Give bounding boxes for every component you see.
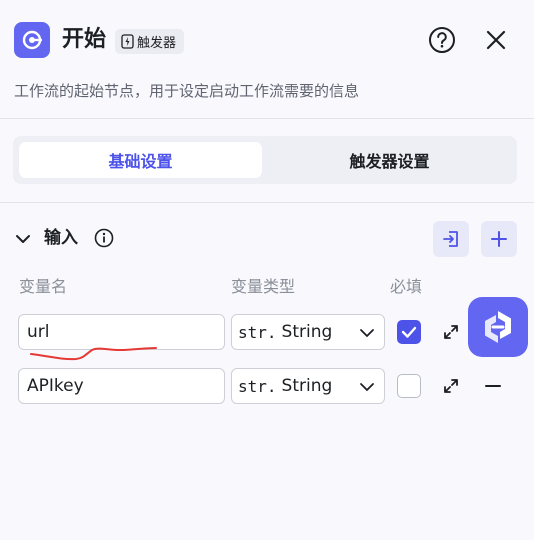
remove-variable-button[interactable] [484, 376, 502, 396]
variable-name-value: url [27, 322, 50, 342]
collapse-toggle[interactable] [14, 230, 32, 248]
annotation-underline [30, 347, 157, 361]
type-prefix: str. [238, 376, 277, 396]
variable-name-value: APIkey [27, 376, 84, 396]
required-checkbox[interactable] [397, 374, 421, 398]
plus-icon [491, 231, 507, 247]
node-description: 工作流的起始节点，用于设定启动工作流需要的信息 [14, 82, 360, 100]
tab-basic-settings[interactable]: 基础设置 [19, 142, 262, 178]
add-variable-button[interactable] [481, 221, 517, 257]
divider [0, 118, 534, 119]
expand-icon [444, 379, 458, 393]
brand-logo-icon [485, 311, 511, 343]
required-checkbox[interactable] [397, 320, 421, 344]
trigger-icon [121, 34, 134, 49]
type-prefix: str. [238, 322, 277, 342]
chevron-down-icon [360, 329, 374, 337]
trigger-badge-label: 触发器 [137, 36, 177, 51]
trigger-badge: 触发器 [115, 29, 185, 54]
node-title: 开始 [62, 27, 107, 52]
column-header-type: 变量类型 [231, 277, 296, 296]
node-header: 开始 触发器 [0, 0, 534, 80]
close-button[interactable] [482, 26, 510, 54]
input-section-header: 输入 [14, 221, 520, 257]
section-title: 输入 [44, 228, 78, 248]
variable-type-select[interactable]: str. String [231, 368, 385, 404]
type-label: String [281, 322, 333, 342]
chevron-down-icon [16, 235, 30, 243]
settings-tabs: 基础设置 触发器设置 [13, 136, 517, 184]
chevron-down-icon [360, 383, 374, 391]
check-icon [401, 326, 417, 338]
column-header-name: 变量名 [19, 277, 68, 296]
close-icon [486, 30, 506, 50]
expand-button[interactable] [441, 322, 461, 342]
assistant-float-button[interactable] [468, 297, 528, 357]
import-button[interactable] [433, 221, 469, 257]
question-circle-icon [429, 27, 455, 53]
minus-icon [485, 385, 501, 387]
info-icon[interactable] [94, 228, 114, 248]
column-header-required: 必填 [390, 277, 423, 296]
start-node-icon [14, 22, 50, 58]
variable-row: APIkey str. String [0, 368, 534, 406]
tab-trigger-settings[interactable]: 触发器设置 [268, 142, 511, 178]
variable-type-select[interactable]: str. String [231, 314, 385, 350]
expand-button[interactable] [441, 376, 461, 396]
type-label: String [281, 376, 333, 396]
variable-name-input[interactable]: APIkey [18, 368, 225, 404]
divider [0, 202, 534, 203]
help-button[interactable] [428, 26, 456, 54]
import-icon [443, 231, 458, 247]
expand-icon [444, 325, 458, 339]
